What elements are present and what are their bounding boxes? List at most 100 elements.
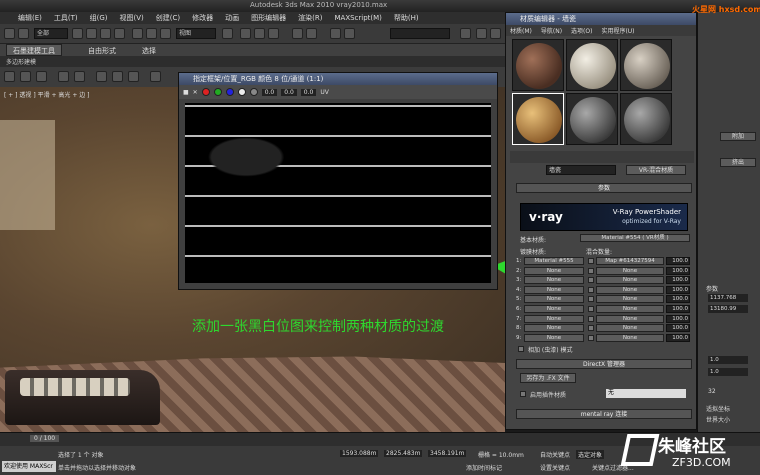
add-time-tag[interactable]: 添加时间标记 [466, 463, 502, 472]
menu-utilities[interactable]: 实用程序(U) [601, 26, 634, 35]
undo-icon[interactable] [4, 28, 15, 39]
modeling-tool-icon[interactable] [96, 71, 107, 82]
save-fx-button[interactable]: 另存为 .FX 文件 [520, 373, 576, 383]
polygon-modeling-label[interactable]: 多边形建模 [6, 57, 36, 66]
menu-modifiers[interactable]: 修改器 [192, 13, 213, 23]
tab-graphite-modeling[interactable]: 石墨建模工具 [6, 44, 62, 56]
coat-material-button[interactable]: None [524, 266, 584, 275]
coord-y[interactable]: 2825.483m [384, 450, 423, 457]
modeling-tool-icon[interactable] [150, 71, 161, 82]
coat-material-button[interactable]: None [524, 333, 584, 342]
reference-coord-dropdown[interactable]: 视图 [176, 28, 216, 39]
menu-tools[interactable]: 工具(T) [54, 13, 78, 23]
coat-enable-checkbox[interactable] [588, 306, 594, 312]
align-icon[interactable] [306, 28, 317, 39]
coat-enable-checkbox[interactable] [588, 334, 594, 341]
blend-map-button[interactable]: Map #614327594 [596, 257, 664, 265]
blend-map-button[interactable]: None [596, 295, 664, 304]
blend-map-button[interactable]: None [596, 266, 664, 275]
coat-material-button[interactable]: Material #555 [524, 257, 584, 265]
frame-counter[interactable]: 0 / 100 [30, 435, 60, 442]
coat-material-button[interactable]: None [524, 305, 584, 313]
select-by-name-icon[interactable] [86, 28, 97, 39]
select-object-icon[interactable] [72, 28, 83, 39]
blue-channel-toggle[interactable] [225, 88, 234, 96]
coat-material-button[interactable]: None [524, 276, 584, 285]
window-crossing-icon[interactable] [114, 28, 125, 39]
menu-group[interactable]: 组(G) [90, 13, 108, 23]
plugin-material-dropdown[interactable]: 无 [606, 389, 686, 398]
blend-map-button[interactable]: None [596, 324, 664, 333]
material-editor-icon[interactable] [460, 28, 471, 39]
snap-icon[interactable] [240, 28, 251, 39]
layer-icon[interactable] [330, 28, 341, 39]
alpha-channel-toggle[interactable] [237, 88, 246, 96]
selected-dropdown[interactable]: 选定对象 [576, 450, 605, 459]
field-w[interactable]: 0.0 [300, 88, 317, 96]
blend-map-button[interactable]: None [596, 333, 664, 342]
coat-enable-checkbox[interactable] [588, 286, 594, 293]
material-slot-active[interactable] [512, 93, 564, 145]
clear-icon[interactable]: ✕ [193, 89, 198, 96]
coat-enable-checkbox[interactable] [588, 258, 594, 264]
mono-toggle[interactable] [249, 88, 258, 96]
red-channel-toggle[interactable] [201, 88, 210, 96]
coat-enable-checkbox[interactable] [588, 325, 594, 332]
menu-animation[interactable]: 动画 [225, 13, 239, 23]
coord-x[interactable]: 1593.088m [340, 450, 379, 457]
scale-icon[interactable] [160, 28, 171, 39]
menu-create[interactable]: 创建(C) [156, 13, 180, 23]
blend-amount-field[interactable]: 100.0 [666, 285, 690, 294]
render-icon[interactable] [490, 28, 501, 39]
width-field[interactable]: 13180.99 [708, 305, 748, 313]
material-slot[interactable] [566, 93, 618, 145]
rotate-icon[interactable] [146, 28, 157, 39]
modeling-tool-icon[interactable] [128, 71, 139, 82]
additive-mode-checkbox[interactable] [518, 346, 524, 352]
segments-field[interactable]: 1.0 [708, 356, 748, 364]
params-rollout-header[interactable]: 参数 [516, 183, 692, 193]
modeling-tool-icon[interactable] [74, 71, 85, 82]
pivot-icon[interactable] [222, 28, 233, 39]
menu-navigation[interactable]: 导航(N) [541, 26, 562, 35]
named-selection-dropdown[interactable] [390, 28, 450, 39]
render-setup-icon[interactable] [476, 28, 487, 39]
blend-amount-field[interactable]: 100.0 [666, 324, 690, 333]
blend-map-button[interactable]: None [596, 276, 664, 285]
curve-editor-icon[interactable] [344, 28, 355, 39]
menu-rendering[interactable]: 渲染(R) [298, 13, 322, 23]
maxscript-listener[interactable]: 欢迎使用 MAXScr [2, 461, 56, 472]
mirror-icon[interactable] [292, 28, 303, 39]
blend-amount-field[interactable]: 100.0 [666, 295, 690, 304]
modeling-tool-icon[interactable] [20, 71, 31, 82]
green-channel-toggle[interactable] [213, 88, 222, 96]
viewport-label[interactable]: [ + ] 透视 ] 平滑 + 高光 + 边 ] [4, 90, 90, 99]
segments-field[interactable]: 1.0 [708, 368, 748, 376]
percent-snap-icon[interactable] [268, 28, 279, 39]
coat-enable-checkbox[interactable] [588, 296, 594, 303]
blend-map-button[interactable]: None [596, 305, 664, 313]
directx-rollout-header[interactable]: DirectX 管理器 [516, 359, 692, 369]
menu-maxscript[interactable]: MAXScript(M) [334, 14, 381, 22]
menu-material[interactable]: 材质(M) [510, 26, 532, 35]
field-v[interactable]: 0.0 [281, 88, 297, 96]
blend-map-button[interactable]: None [596, 285, 664, 294]
coat-enable-checkbox[interactable] [588, 277, 594, 284]
blend-amount-field[interactable]: 100.0 [666, 257, 690, 265]
coat-material-button[interactable]: None [524, 314, 584, 323]
blend-amount-field[interactable]: 100.0 [666, 266, 690, 275]
blend-amount-field[interactable]: 100.0 [666, 276, 690, 285]
coord-z[interactable]: 3458.191m [428, 450, 467, 457]
attach-button[interactable]: 附加 [720, 132, 756, 141]
blend-amount-field[interactable]: 100.0 [666, 333, 690, 342]
rect-selection-icon[interactable] [100, 28, 111, 39]
mental-ray-rollout-header[interactable]: mental ray 连接 [516, 409, 692, 419]
coat-material-button[interactable]: None [524, 285, 584, 294]
base-material-button[interactable]: Material #554 ( VR材质 ) [580, 234, 690, 242]
length-field[interactable]: 1137.768 [708, 294, 748, 302]
tab-selection[interactable]: 选择 [142, 46, 156, 56]
blend-amount-field[interactable]: 100.0 [666, 305, 690, 313]
material-slot[interactable] [620, 93, 672, 145]
material-slot[interactable] [512, 39, 564, 91]
coat-material-button[interactable]: None [524, 324, 584, 333]
